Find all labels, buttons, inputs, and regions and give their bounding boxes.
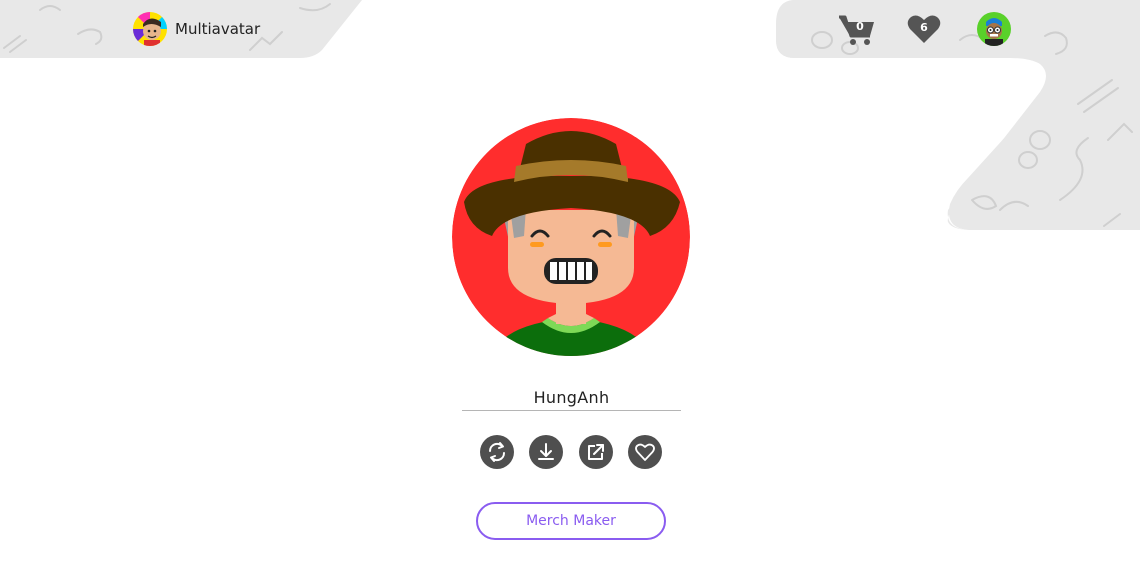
- avatar-illustration: [452, 118, 690, 356]
- external-link-icon: [588, 444, 604, 460]
- merch-maker-button[interactable]: Merch Maker: [476, 502, 666, 540]
- home-logo-link[interactable]: Multiavatar: [133, 12, 260, 46]
- page: Multiavatar 0 6 HungAnh Merch Maker: [0, 0, 1140, 566]
- download-icon: [538, 443, 554, 460]
- cart-count-badge: 0: [856, 20, 864, 33]
- multiavatar-logo-icon: [133, 12, 167, 46]
- top-right-backdrop: [776, 0, 1140, 566]
- brand-name: Multiavatar: [175, 20, 261, 38]
- refresh-icon: [488, 442, 506, 462]
- refresh-button[interactable]: [480, 435, 514, 469]
- avatar-name-input[interactable]: [462, 384, 681, 411]
- main-avatar: [452, 118, 690, 356]
- download-button[interactable]: [529, 435, 563, 469]
- heart-outline-icon: [635, 443, 655, 461]
- user-avatar: [977, 12, 1011, 46]
- favorite-button[interactable]: [628, 435, 662, 469]
- favorites-count-badge: 6: [920, 21, 928, 34]
- favorites-button[interactable]: 6: [907, 14, 941, 44]
- user-avatar-button[interactable]: [977, 12, 1011, 46]
- share-button[interactable]: [579, 435, 613, 469]
- cart-button[interactable]: 0: [838, 14, 876, 46]
